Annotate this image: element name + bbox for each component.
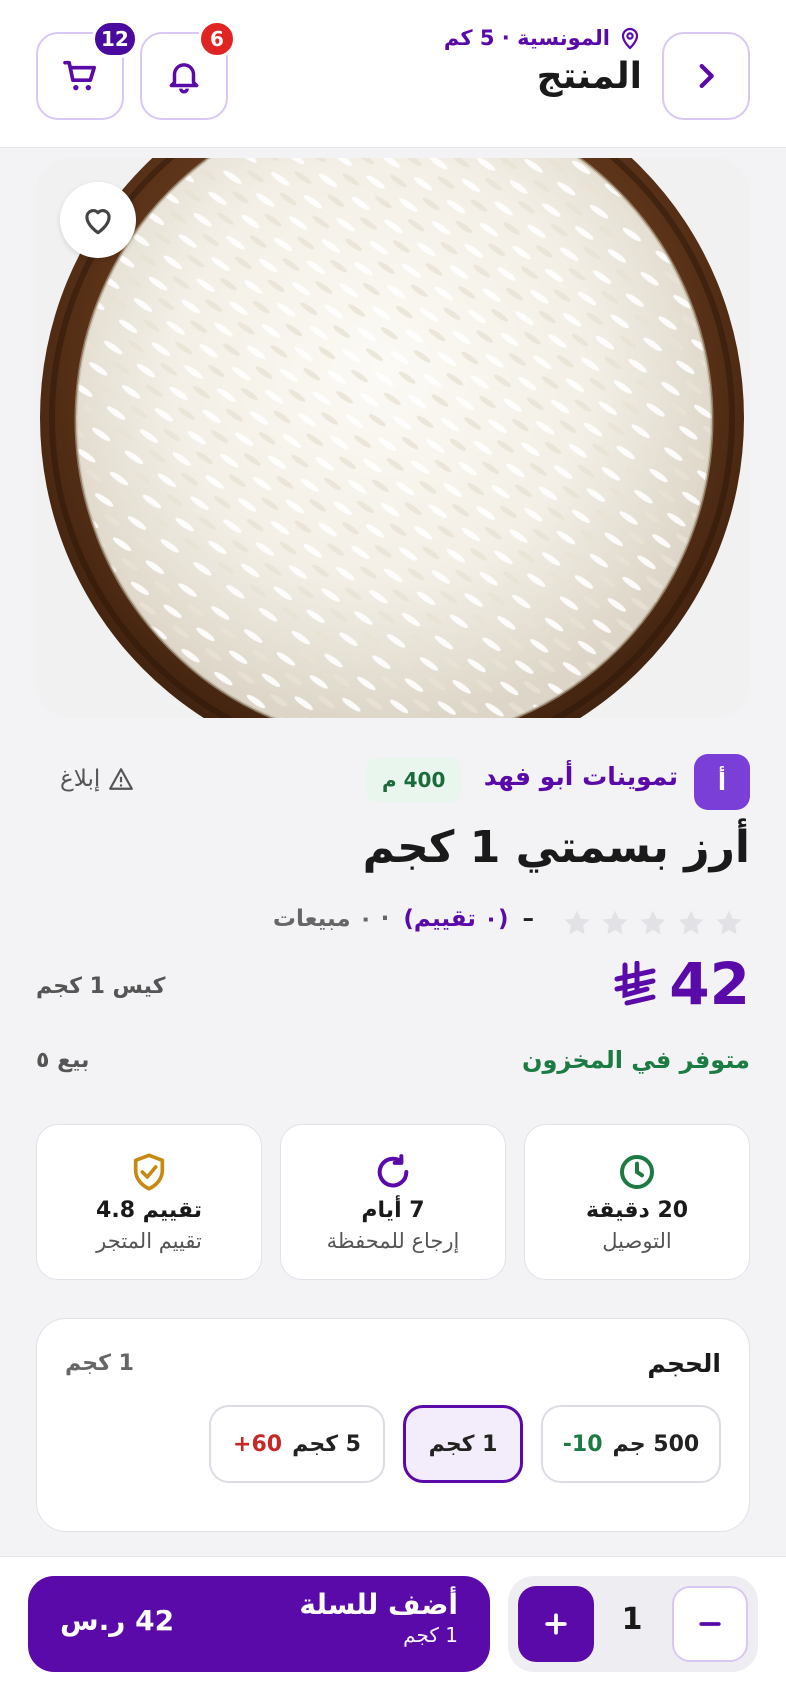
location-text: المونسية · 5 كم	[443, 26, 610, 50]
store-rating-card: تقييم 4.8 تقييم المتجر	[36, 1124, 262, 1280]
size-selector-card: الحجم 1 كجم 500 جم -10 1 كجم 5 كجم +60	[36, 1318, 750, 1532]
clock-icon	[620, 1154, 654, 1189]
size-option-delta: +60	[233, 1431, 283, 1457]
size-option-5kg[interactable]: 5 كجم +60	[209, 1405, 385, 1483]
favorite-button[interactable]	[60, 182, 136, 258]
size-selected-value: 1 كجم	[65, 1351, 134, 1376]
store-distance-chip: 400 م	[366, 758, 462, 802]
chevron-right-icon	[699, 63, 714, 89]
delivery-value: 20 دقيقة	[585, 1197, 689, 1223]
report-label: إبلاغ	[60, 766, 101, 792]
location-line[interactable]: المونسية · 5 كم	[444, 26, 642, 50]
size-option-delta: -10	[562, 1431, 603, 1457]
size-option-500g[interactable]: 500 جم -10	[541, 1405, 721, 1483]
sales-count: · ٠ مبيعات	[272, 906, 390, 932]
riyal-icon	[614, 961, 656, 1006]
return-value: 7 أيام	[361, 1197, 425, 1223]
size-option-label: 500 جم	[612, 1431, 700, 1457]
product-name: أرز بسمتي 1 كجم	[362, 822, 750, 873]
notifications-badge: 6	[198, 20, 236, 58]
rating-value: –	[522, 906, 535, 932]
star-icon	[678, 910, 704, 935]
size-option-label: 1 كجم	[428, 1431, 498, 1457]
store-rating-label: تقييم المتجر	[96, 1228, 202, 1253]
warning-icon	[109, 768, 134, 790]
location-pin-icon	[621, 27, 639, 50]
price: 42	[613, 950, 750, 1018]
add-to-cart-sublabel: 1 كجم	[403, 1623, 458, 1647]
minus-icon	[699, 1622, 721, 1626]
star-icon	[564, 910, 590, 935]
rating-stars[interactable]	[562, 908, 744, 938]
quantity-stepper: 1	[508, 1576, 758, 1672]
refresh-icon	[377, 1153, 409, 1187]
add-to-cart-label: أضف للسلة	[299, 1588, 458, 1621]
store-rating-value: تقييم 4.8	[96, 1197, 202, 1223]
store-avatar: أ	[694, 754, 750, 810]
size-option-label: 5 كجم	[292, 1431, 361, 1457]
unit-label: كيس 1 كجم	[36, 974, 166, 999]
delivery-label: التوصيل	[602, 1228, 672, 1253]
price-value: 42	[669, 950, 750, 1018]
report-button[interactable]: إبلاغ	[60, 766, 134, 792]
add-to-cart-button[interactable]: أضف للسلة 1 كجم 42 ر.س	[28, 1576, 490, 1672]
cart-total: 42 ر.س	[60, 1604, 175, 1637]
cart-badge: 12	[92, 20, 138, 58]
heart-icon	[85, 209, 111, 235]
rating-summary: – (٠ تقييم) · ٠ مبيعات	[273, 906, 534, 932]
stock-status: متوفر في المخزون	[521, 1046, 750, 1074]
plus-icon	[545, 1613, 567, 1635]
return-label: إرجاع للمحفظة	[326, 1228, 460, 1253]
reviews-count[interactable]: (٠ تقييم)	[403, 906, 508, 932]
star-icon	[602, 910, 628, 935]
bell-icon	[169, 63, 199, 94]
product-image	[36, 158, 750, 718]
return-card: 7 أيام إرجاع للمحفظة	[280, 1124, 506, 1280]
back-button[interactable]	[662, 32, 750, 120]
shield-check-icon	[133, 1153, 165, 1190]
star-icon	[640, 910, 666, 935]
header-title-block: المونسية · 5 كم المنتج	[444, 26, 642, 97]
star-icon	[716, 910, 742, 935]
cart-icon	[63, 60, 96, 91]
delivery-card: 20 دقيقة التوصيل	[524, 1124, 750, 1280]
size-option-1kg[interactable]: 1 كجم	[403, 1405, 523, 1483]
decrease-button[interactable]	[672, 1586, 748, 1662]
store-name[interactable]: تموينات أبو فهد	[484, 762, 678, 791]
add-to-cart-labels: أضف للسلة 1 كجم	[299, 1588, 458, 1647]
size-title: الحجم	[647, 1349, 721, 1378]
page-title: المنتج	[536, 56, 642, 97]
quantity-value[interactable]: 1	[604, 1602, 660, 1637]
increase-button[interactable]	[518, 1586, 594, 1662]
sold-count: بيع ٥	[36, 1048, 90, 1073]
